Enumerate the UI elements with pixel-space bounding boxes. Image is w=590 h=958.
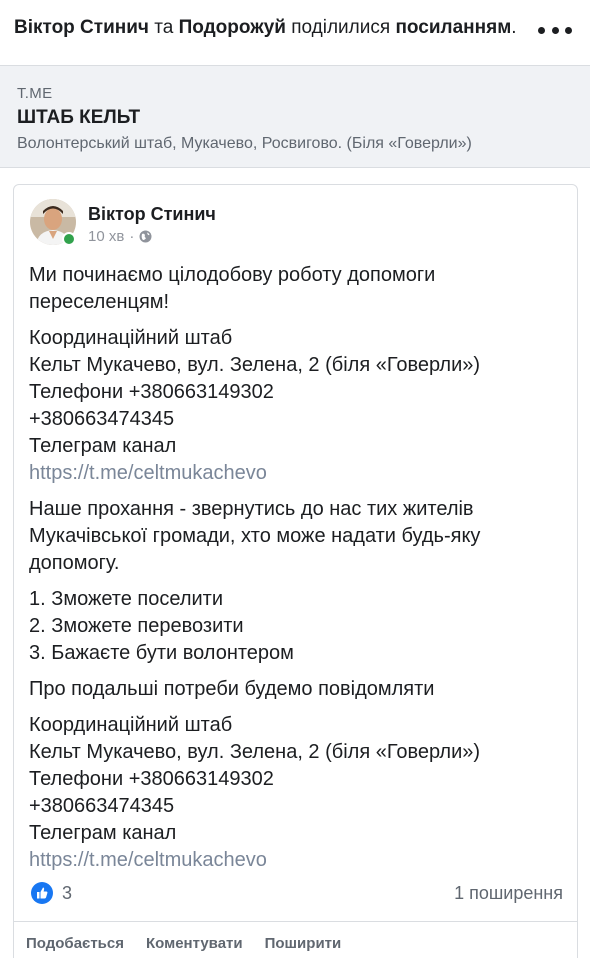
post-time[interactable]: 10 хв	[88, 228, 124, 245]
likes-count[interactable]: 3	[62, 883, 72, 904]
meta-separator: ·	[129, 228, 135, 245]
paragraph-request: Наше прохання - звернутись до нас тих жи…	[29, 498, 481, 574]
like-reaction-icon[interactable]	[31, 882, 53, 904]
like-button[interactable]: Подобається	[26, 935, 124, 952]
telegram-link-repeat[interactable]: https://t.me/celtmukachevo	[29, 847, 569, 874]
actor-2-link[interactable]: Подорожуй	[179, 17, 286, 38]
action-bar: Подобається Коментувати Поширити	[26, 935, 341, 952]
list-item: 1. Зможете поселити	[29, 588, 224, 610]
action-text: поділилися	[291, 17, 391, 38]
paragraph-contacts-repeat: Координаційний штаб Кельт Мукачево, вул.…	[29, 712, 569, 874]
more-options-icon[interactable]	[538, 23, 572, 37]
conjunction: та	[154, 17, 174, 38]
link-preview-title: ШТАБ КЕЛЬТ	[17, 107, 141, 128]
share-header: Віктор Стинич та Подорожуй поділилися по…	[0, 0, 590, 66]
paragraph-list: 1. Зможете поселити 2. Зможете перевозит…	[29, 586, 569, 667]
divider	[14, 921, 577, 922]
online-status-dot	[62, 232, 76, 246]
globe-icon	[139, 230, 152, 243]
paragraph-intro: Ми починаємо цілодобову роботу допомоги …	[29, 264, 436, 313]
post-meta: 10 хв ·	[88, 228, 152, 245]
list-item: 2. Зможете перевозити	[29, 615, 244, 637]
share-header-text: Віктор Стинич та Подорожуй поділилися по…	[14, 15, 517, 41]
post-card: Віктор Стинич 10 хв · Ми починаємо цілод…	[13, 184, 578, 958]
list-item: 3. Бажаєте бути волонтером	[29, 642, 294, 664]
link-preview-card[interactable]: T.ME ШТАБ КЕЛЬТ Волонтерський штаб, Мука…	[0, 66, 590, 168]
header-period: .	[511, 17, 517, 38]
post-body: Ми починаємо цілодобову роботу допомоги …	[29, 262, 569, 883]
shares-count[interactable]: 1 поширення	[454, 883, 563, 904]
post-author[interactable]: Віктор Стинич	[88, 204, 216, 225]
share-button[interactable]: Поширити	[265, 935, 342, 952]
link-preview-description: Волонтерський штаб, Мукачево, Росвигово.…	[17, 135, 472, 152]
telegram-link[interactable]: https://t.me/celtmukachevo	[29, 460, 569, 487]
link-preview-domain: T.ME	[17, 85, 53, 102]
actor-1-link[interactable]: Віктор Стинич	[14, 17, 149, 38]
shared-object[interactable]: посиланням	[395, 17, 511, 38]
paragraph-followup: Про подальші потреби будемо повідомляти	[29, 678, 435, 700]
paragraph-contacts: Координаційний штаб Кельт Мукачево, вул.…	[29, 325, 569, 487]
comment-button[interactable]: Коментувати	[146, 935, 243, 952]
